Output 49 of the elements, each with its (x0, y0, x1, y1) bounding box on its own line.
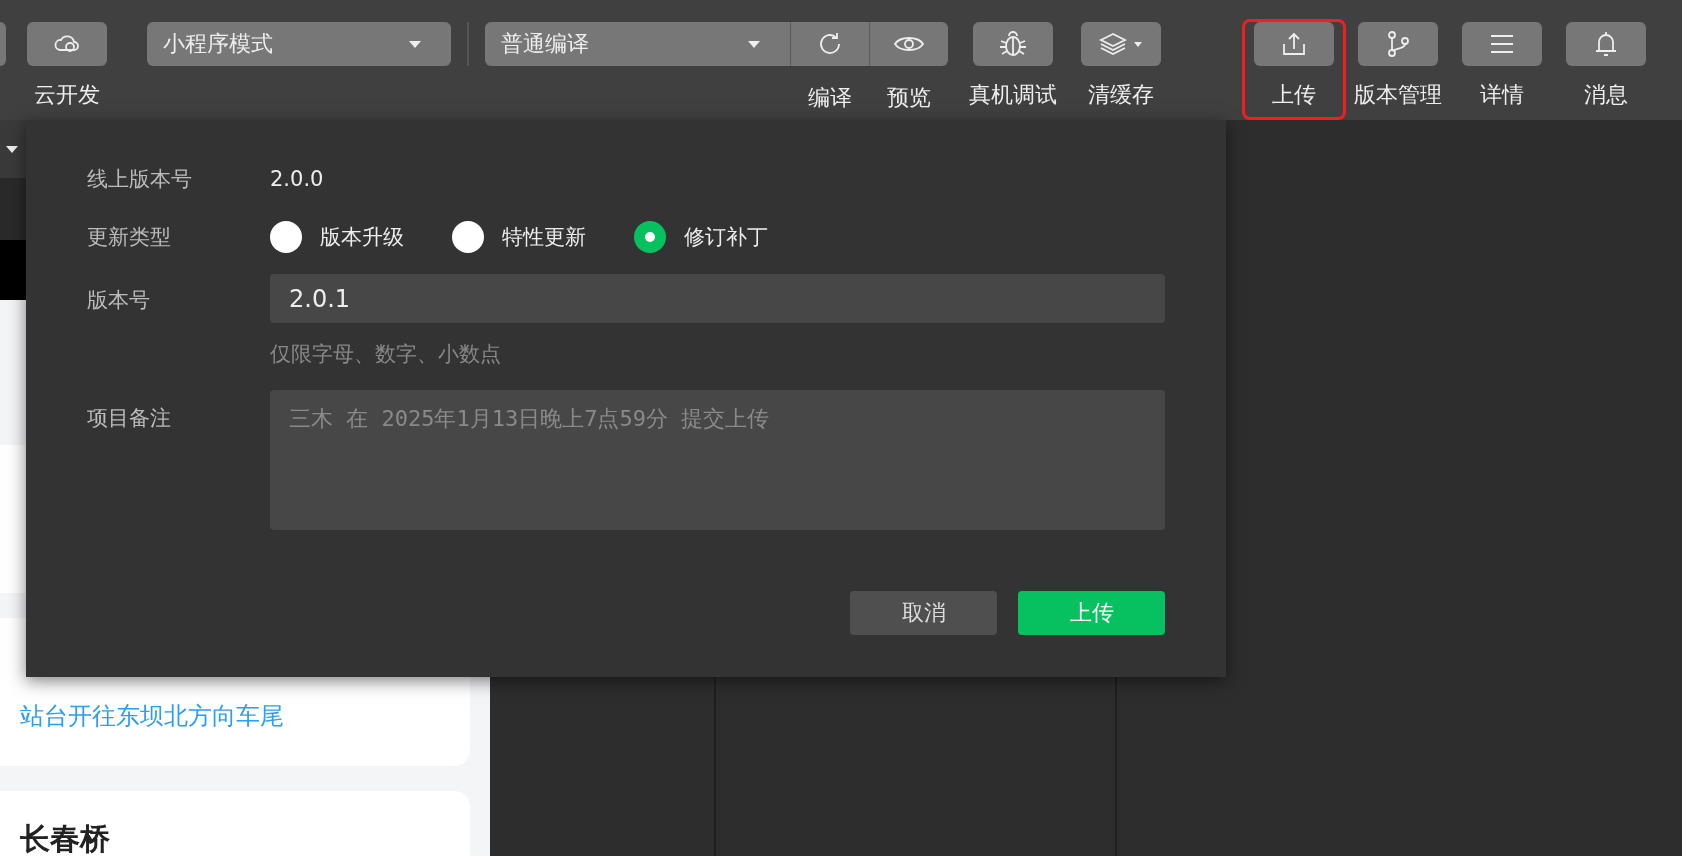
field-label: 更新类型 (87, 224, 172, 251)
direction-link[interactable]: 站台开往东坝北方向车尾 (20, 700, 470, 732)
branch-icon (1385, 30, 1411, 58)
radio-label: 特性更新 (502, 224, 586, 251)
toolbar-button[interactable] (790, 22, 869, 66)
tool-label: 版本管理 (1354, 81, 1442, 109)
radio-button[interactable] (634, 221, 666, 253)
radio-button[interactable] (452, 221, 484, 253)
version-input[interactable]: 2.0.1 (270, 274, 1165, 323)
tool-label: 真机调试 (969, 81, 1057, 109)
layers-icon (1098, 31, 1144, 57)
radio-label: 修订补丁 (684, 224, 768, 251)
toolbar-button[interactable] (1081, 22, 1161, 66)
tool-label: 云开发 (34, 81, 100, 109)
tool-label: 上传 (1272, 81, 1316, 109)
toolbar-button[interactable] (1566, 22, 1646, 66)
field-label: 版本号 (87, 287, 151, 314)
radio-label: 版本升级 (320, 224, 404, 251)
radio-button[interactable] (270, 221, 302, 253)
mode-dropdown[interactable]: 小程序模式 (147, 22, 451, 66)
tool-label: 消息 (1584, 81, 1628, 109)
toolbar-button[interactable] (1254, 22, 1334, 66)
caret-icon (409, 40, 421, 48)
upload-icon (1281, 31, 1307, 57)
cloud-dev-button[interactable] (27, 22, 107, 66)
toolbar-button[interactable] (869, 22, 948, 66)
tool-label: 清缓存 (1088, 81, 1154, 109)
notes-textarea[interactable]: 三木 在 2025年1月13日晚上7点59分 提交上传 (270, 390, 1165, 530)
toolbar-button[interactable] (1358, 22, 1438, 66)
bug-icon (998, 29, 1028, 59)
tool-label: 详情 (1480, 81, 1524, 109)
menu-icon (1489, 33, 1515, 55)
upload-button[interactable]: 上传 (1018, 591, 1165, 635)
toolbar-button[interactable] (973, 22, 1053, 66)
field-label: 项目备注 (87, 405, 172, 432)
tool-label: 编译 (807, 84, 852, 112)
bell-icon (1594, 30, 1618, 58)
tool-label: 预览 (886, 84, 931, 112)
compile-dropdown[interactable]: 普通编译 (485, 22, 790, 66)
caret-icon (6, 145, 18, 153)
toolbar-button[interactable] (1462, 22, 1542, 66)
card-title: 长春桥 (20, 820, 111, 856)
cancel-button[interactable]: 取消 (850, 591, 997, 635)
online-version-value: 2.0.0 (270, 167, 324, 191)
cloud-icon (53, 33, 81, 55)
caret-icon (748, 40, 760, 48)
field-label: 线上版本号 (87, 166, 193, 193)
eye-icon (893, 34, 925, 54)
hint-text: 仅限字母、数字、小数点 (270, 341, 502, 368)
